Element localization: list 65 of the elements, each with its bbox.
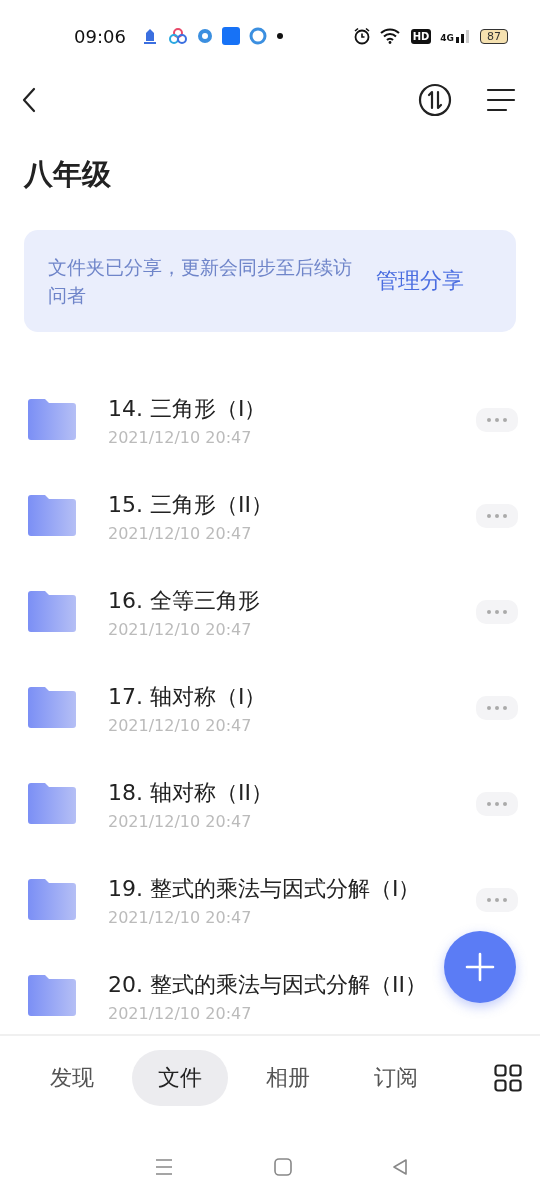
- rings-icon: [167, 27, 188, 45]
- modified-date: 2021/12/10 20:47: [108, 427, 252, 447]
- nav-tab[interactable]: 订阅: [348, 1050, 444, 1106]
- recents-button[interactable]: [154, 1158, 174, 1176]
- plus-icon: [465, 952, 495, 982]
- folder-name[interactable]: 20. 整式的乘法与因式分解（II）: [108, 969, 427, 1000]
- menu-button[interactable]: [486, 87, 516, 113]
- signal-icon: [455, 29, 471, 43]
- share-message: 文件夹已分享，更新会同步至后续访问者: [48, 255, 353, 308]
- more-icon: [486, 801, 508, 807]
- folder-icon: [27, 878, 79, 922]
- alarm-icon: [352, 27, 371, 45]
- folder-name[interactable]: 17. 轴对称（I）: [108, 681, 267, 712]
- home-button[interactable]: [274, 1158, 292, 1176]
- folder-name[interactable]: 14. 三角形（I）: [108, 393, 267, 424]
- folder-name[interactable]: 18. 轴对称（II）: [108, 777, 273, 808]
- sort-arrows-icon: [418, 83, 452, 117]
- more-button[interactable]: [476, 600, 518, 624]
- folder-icon: [27, 398, 79, 442]
- app-square-icon: [221, 27, 240, 45]
- more-icon: [486, 417, 508, 423]
- folder-name[interactable]: 19. 整式的乘法与因式分解（I）: [108, 873, 421, 904]
- more-icon: [486, 705, 508, 711]
- modified-date: 2021/12/10 20:47: [108, 619, 252, 639]
- folder-icon: [27, 686, 79, 730]
- ring-app-icon: [248, 27, 267, 45]
- more-button[interactable]: [476, 888, 518, 912]
- modified-date: 2021/12/10 20:47: [108, 1003, 252, 1023]
- network-badge: HD: [410, 28, 432, 44]
- network-type-label: 4G: [440, 33, 454, 43]
- folder-title: 八年级: [24, 156, 112, 193]
- lines-icon: [154, 1158, 174, 1176]
- more-icon: [486, 513, 508, 519]
- folder-icon: [27, 590, 79, 634]
- more-button[interactable]: [476, 408, 518, 432]
- battery-indicator: 87: [480, 28, 508, 44]
- folder-name[interactable]: 15. 三角形（II）: [108, 489, 273, 520]
- back-button[interactable]: [22, 87, 36, 113]
- folder-icon: [27, 782, 79, 826]
- clock-time: 09:06: [74, 25, 126, 47]
- more-icon: [486, 897, 508, 903]
- folder-name[interactable]: 16. 全等三角形: [108, 585, 260, 616]
- folder-icon: [27, 494, 79, 538]
- nav-tab[interactable]: 发现: [24, 1050, 120, 1106]
- more-icon: [486, 609, 508, 615]
- more-button[interactable]: [476, 792, 518, 816]
- circle-app-icon: [196, 28, 213, 44]
- wifi-icon: [379, 28, 402, 44]
- grid-icon: [494, 1064, 522, 1092]
- nav-tab[interactable]: 文件: [132, 1050, 228, 1106]
- square-icon: [274, 1158, 292, 1176]
- modified-date: 2021/12/10 20:47: [108, 523, 252, 543]
- nav-tab[interactable]: 相册: [240, 1050, 336, 1106]
- triangle-icon: [392, 1158, 408, 1176]
- manage-share-link[interactable]: 管理分享: [376, 266, 464, 296]
- modified-date: 2021/12/10 20:47: [108, 811, 252, 831]
- back-nav-button[interactable]: [392, 1158, 408, 1176]
- modified-date: 2021/12/10 20:47: [108, 907, 252, 927]
- more-button[interactable]: [476, 504, 518, 528]
- modified-date: 2021/12/10 20:47: [108, 715, 252, 735]
- more-apps-button[interactable]: [494, 1064, 522, 1092]
- sort-button[interactable]: [418, 83, 452, 117]
- dot-icon: [275, 32, 284, 40]
- menu-icon: [486, 87, 516, 113]
- more-button[interactable]: [476, 696, 518, 720]
